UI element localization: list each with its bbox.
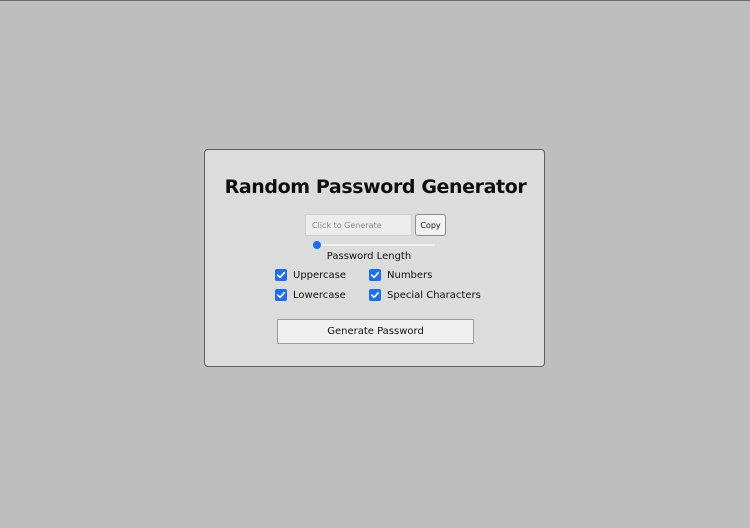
uppercase-checkbox[interactable] [275,269,287,281]
copy-button[interactable]: Copy [415,214,446,236]
checkmark-icon [370,291,380,299]
window-top-border [0,0,750,1]
option-uppercase[interactable]: Uppercase [275,269,346,281]
uppercase-label: Uppercase [293,269,347,281]
option-special-characters[interactable]: Special Characters [369,289,481,301]
numbers-label: Numbers [387,269,433,281]
option-lowercase[interactable]: Lowercase [275,289,346,301]
password-length-slider[interactable] [313,240,435,250]
lowercase-label: Lowercase [293,289,346,301]
page-title: Random Password Generator [224,176,527,198]
slider-thumb[interactable] [313,241,321,249]
checkmark-icon [276,291,286,299]
special-characters-checkbox[interactable] [369,289,381,301]
lowercase-checkbox[interactable] [275,289,287,301]
generate-password-button[interactable]: Generate Password [277,319,474,344]
option-numbers[interactable]: Numbers [369,269,432,281]
password-length-label: Password Length [326,251,412,262]
slider-track [313,244,435,246]
numbers-checkbox[interactable] [369,269,381,281]
password-generator-card: Random Password Generator Copy Password … [204,149,545,367]
checkmark-icon [276,271,286,279]
checkmark-icon [370,271,380,279]
special-characters-label: Special Characters [387,289,481,301]
password-output-field[interactable] [305,214,412,236]
